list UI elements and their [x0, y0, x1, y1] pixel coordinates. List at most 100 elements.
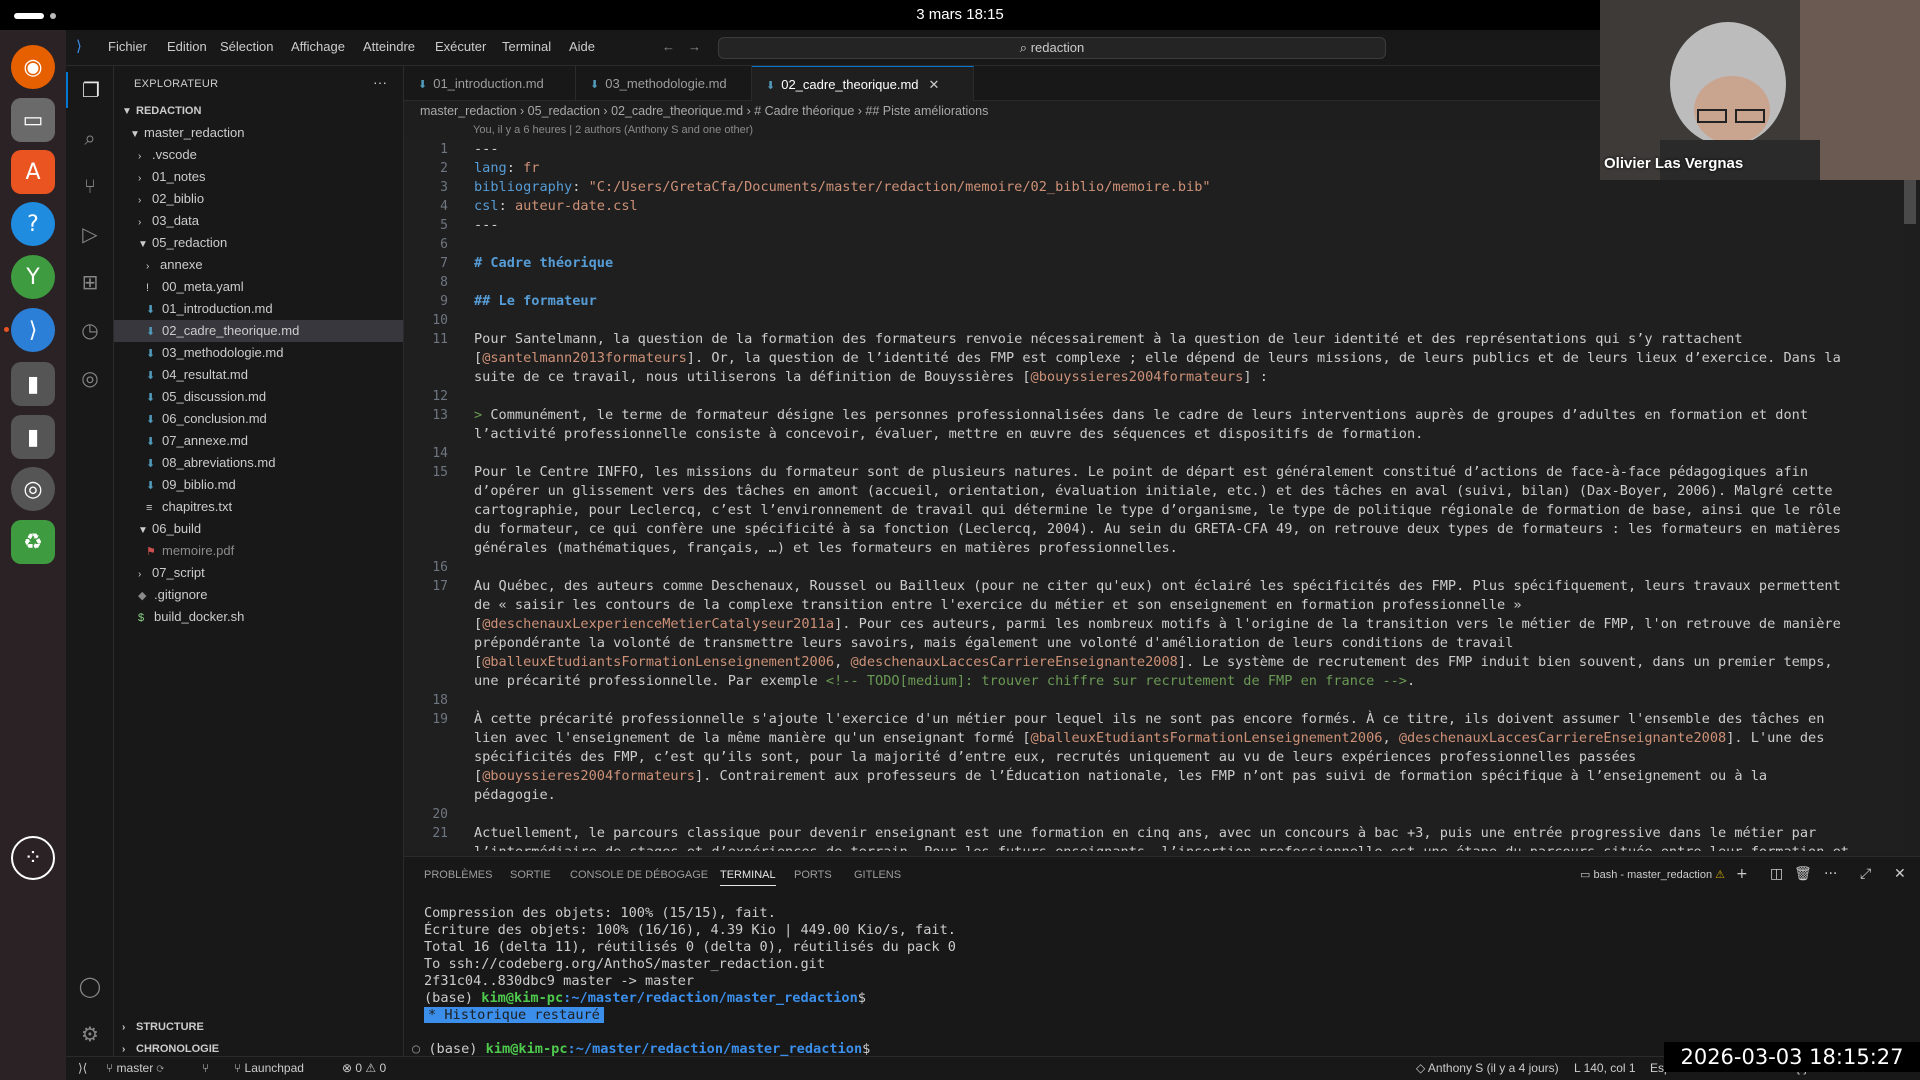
maximize-panel-icon[interactable]: ⤢ [1860, 866, 1871, 882]
code-line[interactable]: 9 ## Le formateur [404, 292, 1904, 311]
menu-help[interactable]: Aide [569, 39, 595, 54]
menu-edit[interactable]: Edition [167, 39, 207, 54]
code-line[interactable]: 20 [404, 805, 1904, 824]
code-line[interactable]: 11 Pour Santelmann, la question de la for… [404, 330, 1904, 349]
code-line[interactable]: prépondérante la volonté de transmettre … [404, 634, 1904, 653]
launchpad-button[interactable]: ⑂ Launchpad [234, 1061, 304, 1075]
menu-terminal[interactable]: Terminal [502, 39, 551, 54]
tree-file-selected[interactable]: ⬇ 02_cadre_theorique.md [114, 320, 403, 342]
tab-output[interactable]: SORTIE [510, 869, 551, 881]
split-terminal-icon[interactable]: ◫ [1770, 866, 1783, 882]
explorer-icon[interactable]: ❐ [66, 72, 114, 108]
tree-folder-05-redaction[interactable]: ▼ 05_redaction [114, 232, 403, 254]
source-control-icon[interactable]: ⑂ [66, 168, 114, 204]
code-line[interactable]: 19 À cette précarité professionnelle s'aj… [404, 710, 1904, 729]
gitlens-icon[interactable]: ◷ [66, 312, 114, 348]
settings-gear-icon[interactable]: ⚙ [66, 1016, 114, 1052]
branch-indicator[interactable]: ⑂ master ⟳ [106, 1061, 164, 1075]
disk-icon[interactable]: ◎ [11, 467, 55, 511]
menu-file[interactable]: Fichier [108, 39, 147, 54]
code-line[interactable]: 3 bibliography: "C:/Users/GretaCfa/Docume… [404, 178, 1904, 197]
tree-file[interactable]: ! 00_meta.yaml [114, 276, 403, 298]
structure-section-header[interactable]: › STRUCTURE [114, 1016, 403, 1038]
code-line[interactable]: 4 csl: auteur-date.csl [404, 197, 1904, 216]
tree-file[interactable]: ⬇ 09_biblio.md [114, 474, 403, 496]
app-center-icon[interactable]: A [11, 150, 55, 194]
tab-methodologie[interactable]: ⬇ 03_methodologie.md [576, 66, 752, 101]
breadcrumb[interactable]: master_redaction › 05_redaction › 02_cad… [420, 104, 988, 118]
tree-file[interactable]: ◆ .gitignore [114, 584, 403, 606]
menu-go[interactable]: Atteindre [363, 39, 415, 54]
tree-file[interactable]: ⬇ 06_conclusion.md [114, 408, 403, 430]
usb-drive-icon[interactable]: ▮ [11, 362, 55, 406]
code-line[interactable]: 18 [404, 691, 1904, 710]
tree-file[interactable]: ⬇ 05_discussion.md [114, 386, 403, 408]
code-line[interactable]: 14 [404, 444, 1904, 463]
show-apps-icon[interactable]: ⁘ [11, 836, 55, 880]
code-line[interactable]: [@bouyssieres2004formateurs]. Contrairem… [404, 767, 1904, 786]
accounts-icon[interactable]: ◯ [66, 968, 114, 1004]
code-line[interactable]: suite de ce travail, nous utiliserons la… [404, 368, 1904, 387]
tree-folder[interactable]: › 03_data [114, 210, 403, 232]
workspace-section-header[interactable]: ▼ REDACTION [114, 100, 403, 122]
files-icon[interactable]: ▭ [11, 98, 55, 142]
tab-cadre-theorique[interactable]: ⬇ 02_cadre_theorique.md ✕ [752, 66, 974, 101]
code-line[interactable]: d’opérer un glissement vers des tâches e… [404, 482, 1904, 501]
terminal-selector[interactable]: ▭ bash - master_redaction ⚠ [1580, 868, 1725, 881]
code-line[interactable]: 10 [404, 311, 1904, 330]
tree-file[interactable]: ⬇ 01_introduction.md [114, 298, 403, 320]
help-icon[interactable]: ? [11, 202, 55, 246]
code-line[interactable]: 15 Pour le Centre INFFO, les missions du … [404, 463, 1904, 482]
tab-debug-console[interactable]: CONSOLE DE DÉBOGAGE [570, 869, 708, 881]
code-line[interactable]: 16 [404, 558, 1904, 577]
remote-icon[interactable]: ⟩⟨ [78, 1061, 87, 1075]
code-line[interactable]: générales (mathématiques, français, …) e… [404, 539, 1904, 558]
tab-gitlens[interactable]: GITLENS [854, 869, 901, 881]
code-line[interactable]: l’activité professionnelle consiste à co… [404, 425, 1904, 444]
code-line[interactable]: 13 > Communément, le terme de formateur d… [404, 406, 1904, 425]
extensions-icon[interactable]: ⊞ [66, 264, 114, 300]
tab-introduction[interactable]: ⬇ 01_introduction.md [404, 66, 576, 101]
code-line[interactable]: pédagogie. [404, 786, 1904, 805]
code-line[interactable]: 17 Au Québec, des auteurs comme Deschenau… [404, 577, 1904, 596]
menu-run[interactable]: Exécuter [435, 39, 486, 54]
tab-ports[interactable]: PORTS [794, 869, 832, 881]
code-line[interactable]: 8 [404, 273, 1904, 292]
vscode-icon[interactable]: ⟩ [11, 308, 55, 352]
tree-file[interactable]: ⬇ 07_annexe.md [114, 430, 403, 452]
code-line[interactable]: de « saisir les contours de la complexe … [404, 596, 1904, 615]
code-line[interactable]: 7 # Cadre théorique [404, 254, 1904, 273]
app-green-icon[interactable]: Y [11, 255, 55, 299]
code-line[interactable]: du formateur, ce qui confère une spécifi… [404, 520, 1904, 539]
code-line[interactable]: 6 [404, 235, 1904, 254]
tree-folder[interactable]: › 07_script [114, 562, 403, 584]
trash-icon[interactable]: ♻ [11, 520, 55, 564]
tree-file[interactable]: ⚑ memoire.pdf [114, 540, 403, 562]
tree-folder[interactable]: › annexe [114, 254, 403, 276]
menu-selection[interactable]: Sélection [220, 39, 273, 54]
back-arrow-icon[interactable]: ← [662, 39, 675, 54]
firefox-icon[interactable]: ◉ [11, 45, 55, 89]
tab-terminal[interactable]: TERMINAL [720, 869, 776, 886]
cursor-position[interactable]: L 140, col 1 [1574, 1061, 1636, 1075]
tree-file[interactable]: ⬇ 03_methodologie.md [114, 342, 403, 364]
code-line[interactable]: [@santelmann2013formateurs]. Or, la ques… [404, 349, 1904, 368]
code-line[interactable]: [@deschenauxLexperienceMetierCatalyseur2… [404, 615, 1904, 634]
search-icon[interactable]: ⌕ [66, 120, 114, 156]
usb-drive-icon[interactable]: ▮ [11, 415, 55, 459]
gitlens-graph-icon[interactable]: ⑂ [202, 1061, 209, 1075]
code-line[interactable]: spécificités des FMP, c’est qu’ils sont,… [404, 748, 1904, 767]
code-line[interactable]: 21 Actuellement, le parcours classique po… [404, 824, 1904, 843]
tab-problems[interactable]: PROBLÈMES [424, 869, 492, 881]
tree-file[interactable]: $ build_docker.sh [114, 606, 403, 628]
blame-status[interactable]: ◇ Anthony S (il y a 4 jours) [1416, 1061, 1559, 1075]
trash-icon[interactable]: 🗑 [1794, 866, 1812, 882]
code-line[interactable]: l’intermédiaire de stages et d’expérienc… [404, 843, 1904, 851]
command-center-search[interactable]: ⌕ redaction [718, 37, 1386, 59]
tree-folder-master-redaction[interactable]: ▼ master_redaction [114, 122, 403, 144]
more-actions-icon[interactable]: ··· [1824, 866, 1837, 882]
code-line[interactable]: une précarité professionnelle. Par exemp… [404, 672, 1904, 691]
run-debug-icon[interactable]: ▷ [66, 216, 114, 252]
tree-folder[interactable]: › 01_notes [114, 166, 403, 188]
problems-indicator[interactable]: ⊗ 0 ⚠ 0 [342, 1061, 386, 1075]
